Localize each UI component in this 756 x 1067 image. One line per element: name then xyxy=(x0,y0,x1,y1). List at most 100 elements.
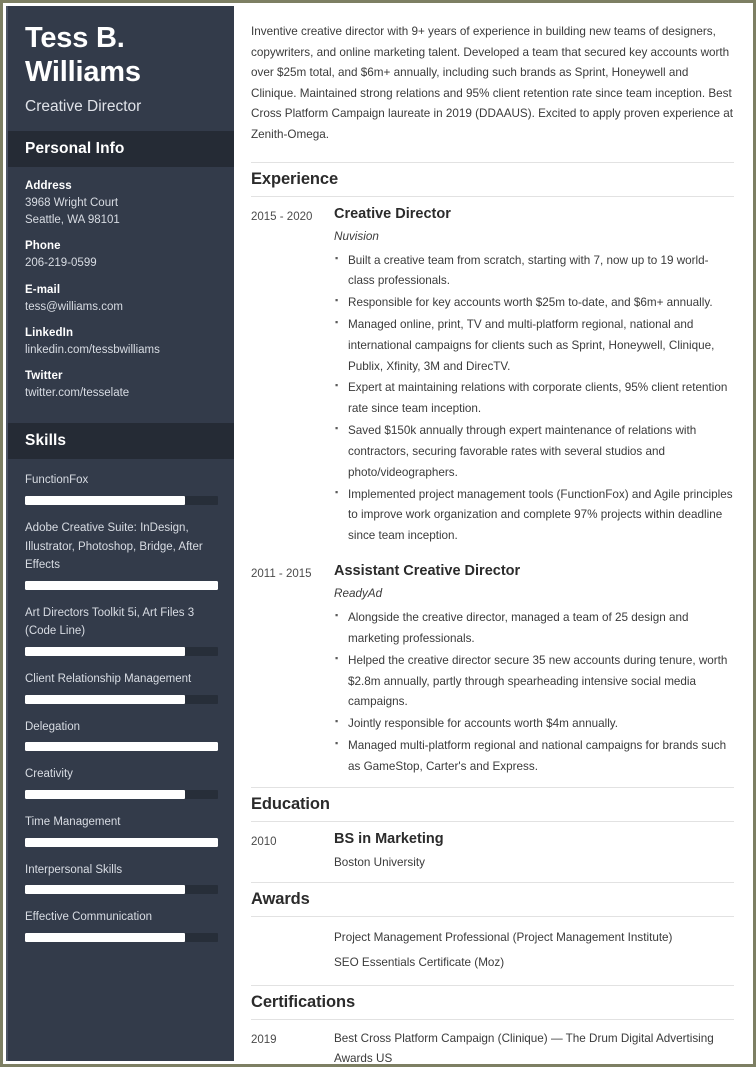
entry-bullet: Jointly responsible for accounts worth $… xyxy=(334,713,734,735)
skill-item: FunctionFox xyxy=(25,471,218,505)
personal-info-value: tess@williams.com xyxy=(25,300,123,313)
personal-info-value: linkedin.com/tessbwilliams xyxy=(25,343,160,356)
personal-info-value: 206-219-0599 xyxy=(25,257,97,270)
awards-entries: Project Management Professional (Project… xyxy=(251,917,734,983)
sidebar: Tess B. Williams Creative Director Perso… xyxy=(6,6,234,1061)
skill-label: Effective Communication xyxy=(25,911,152,924)
education-entries: 2010 BS in Marketing Boston University xyxy=(251,822,734,880)
skill-level-bar xyxy=(25,647,218,657)
entry-bullet: Built a creative team from scratch, star… xyxy=(334,250,734,293)
education-school: Boston University xyxy=(334,856,425,870)
section-title-awards: Awards xyxy=(251,881,734,917)
personal-info-value: twitter.com/tesselate xyxy=(25,387,130,400)
certification-text: Best Cross Platform Campaign (Clinique) … xyxy=(334,1031,714,1066)
main-content: Inventive creative director with 9+ year… xyxy=(234,6,753,1066)
entry-bullet: Expert at maintaining relations with cor… xyxy=(334,377,734,420)
skill-level-bar xyxy=(25,742,218,752)
entry-dates: 2019 xyxy=(251,1033,277,1046)
entry-bullet: Managed online, print, TV and multi-plat… xyxy=(334,314,734,377)
personal-info-item: Address 3968 Wright Court Seattle, WA 9810… xyxy=(25,180,218,230)
candidate-job-title: Creative Director xyxy=(25,98,142,116)
entry-bullet: Managed multi-platform regional and nati… xyxy=(334,735,734,778)
skills-heading: Skills xyxy=(8,423,234,460)
entry-organization: Nuvision xyxy=(334,229,379,243)
skill-level-bar xyxy=(25,694,218,704)
resume-sheet: Tess B. Williams Creative Director Perso… xyxy=(6,6,753,1066)
skill-level-fill xyxy=(25,885,186,895)
skill-item: Art Directors Toolkit 5i, Art Files 3 (C… xyxy=(25,604,218,657)
certification-entry: 2019 Best Cross Platform Campaign (Cliniq… xyxy=(251,1020,734,1066)
award-entry: SEO Essentials Certificate (Moz) xyxy=(251,951,734,976)
skill-label: Interpersonal Skills xyxy=(25,863,123,876)
resume-page: Tess B. Williams Creative Director Perso… xyxy=(0,0,756,1067)
skill-item: Time Management xyxy=(25,813,218,847)
skill-label: Delegation xyxy=(25,720,80,733)
skill-item: Creativity xyxy=(25,765,218,799)
skill-level-fill xyxy=(25,837,218,847)
personal-info-label: Twitter xyxy=(25,370,63,383)
skill-level-fill xyxy=(25,789,186,799)
entry-organization: ReadyAd xyxy=(334,587,383,601)
skill-item: Effective Communication xyxy=(25,908,218,942)
awards-section: Awards Project Management Professional (… xyxy=(251,881,734,983)
entry-bullet-list: Alongside the creative director, managed… xyxy=(334,607,734,778)
entry-content: Best Cross Platform Campaign (Clinique) … xyxy=(334,1029,734,1066)
skill-level-fill xyxy=(25,580,218,590)
award-text: SEO Essentials Certificate (Moz) xyxy=(334,955,505,969)
personal-info-label: Phone xyxy=(25,240,61,253)
entry-bullet-list: Built a creative team from scratch, star… xyxy=(334,250,734,548)
experience-section: Experience 2015 - 2020 Creative Director N… xyxy=(251,161,734,785)
skill-label: Art Directors Toolkit 5i, Art Files 3 (C… xyxy=(25,606,195,638)
entry-role: Creative Director xyxy=(334,205,451,222)
section-title-certifications: Certifications xyxy=(251,984,734,1020)
entry-content: Assistant Creative Director ReadyAd Alongs… xyxy=(334,563,734,779)
skill-level-fill xyxy=(25,742,218,752)
entry-content: Creative Director Nuvision Built a creativ… xyxy=(334,206,734,549)
personal-info-heading: Personal Info xyxy=(8,130,234,167)
skill-level-bar xyxy=(25,495,218,505)
education-entry: 2010 BS in Marketing Boston University xyxy=(251,822,734,880)
skill-level-bar xyxy=(25,932,218,942)
entry-bullet: Alongside the creative director, managed… xyxy=(334,607,734,650)
skill-level-fill xyxy=(25,495,186,505)
entry-bullet: Helped the creative director secure 35 n… xyxy=(334,650,734,713)
personal-info-item: E-mail tess@williams.com xyxy=(25,284,218,316)
entry-bullet: Implemented project management tools (Fu… xyxy=(334,484,734,547)
skills-list: FunctionFox Adobe Creative Suite: InDesig… xyxy=(8,459,234,972)
education-degree: BS in Marketing xyxy=(334,830,444,847)
certifications-section: Certifications 2019 Best Cross Platform C… xyxy=(251,984,734,1066)
skill-item: Client Relationship Management xyxy=(25,670,218,704)
professional-summary: Inventive creative director with 9+ year… xyxy=(251,25,734,141)
skill-level-bar xyxy=(25,789,218,799)
candidate-name: Tess B. Williams xyxy=(25,22,141,88)
skill-label: Time Management xyxy=(25,815,121,828)
skill-level-fill xyxy=(25,647,186,657)
skill-item: Interpersonal Skills xyxy=(25,861,218,895)
entry-role: Assistant Creative Director xyxy=(334,563,521,580)
skill-label: FunctionFox xyxy=(25,474,89,487)
skill-label: Creativity xyxy=(25,768,73,781)
skill-level-fill xyxy=(25,932,186,942)
identity-block: Tess B. Williams Creative Director xyxy=(8,6,234,131)
skill-label: Adobe Creative Suite: InDesign, Illustra… xyxy=(25,521,203,572)
education-section: Education 2010 BS in Marketing Boston Univ… xyxy=(251,786,734,880)
skill-level-bar xyxy=(25,885,218,895)
personal-info-label: E-mail xyxy=(25,283,61,296)
award-text: Project Management Professional (Project… xyxy=(334,930,673,944)
entry-bullet: Saved $150k annually through expert main… xyxy=(334,420,734,483)
entry-dates: 2015 - 2020 xyxy=(251,210,313,223)
award-entry: Project Management Professional (Project… xyxy=(251,926,734,951)
personal-info-label: LinkedIn xyxy=(25,326,74,339)
entry-bullet: Responsible for key accounts worth $25m … xyxy=(334,292,734,314)
personal-info-item: Twitter twitter.com/tesselate xyxy=(25,370,218,402)
entry-dates: 2010 xyxy=(251,835,277,848)
skill-level-bar xyxy=(25,580,218,590)
certifications-entries: 2019 Best Cross Platform Campaign (Cliniq… xyxy=(251,1020,734,1066)
skill-level-fill xyxy=(25,694,186,704)
section-title-education: Education xyxy=(251,786,734,822)
experience-entry: 2015 - 2020 Creative Director Nuvision Buil… xyxy=(251,197,734,555)
skill-label: Client Relationship Management xyxy=(25,673,192,686)
personal-info-value: 3968 Wright Court Seattle, WA 98101 xyxy=(25,196,120,227)
section-title-experience: Experience xyxy=(251,161,734,197)
skill-level-bar xyxy=(25,837,218,847)
